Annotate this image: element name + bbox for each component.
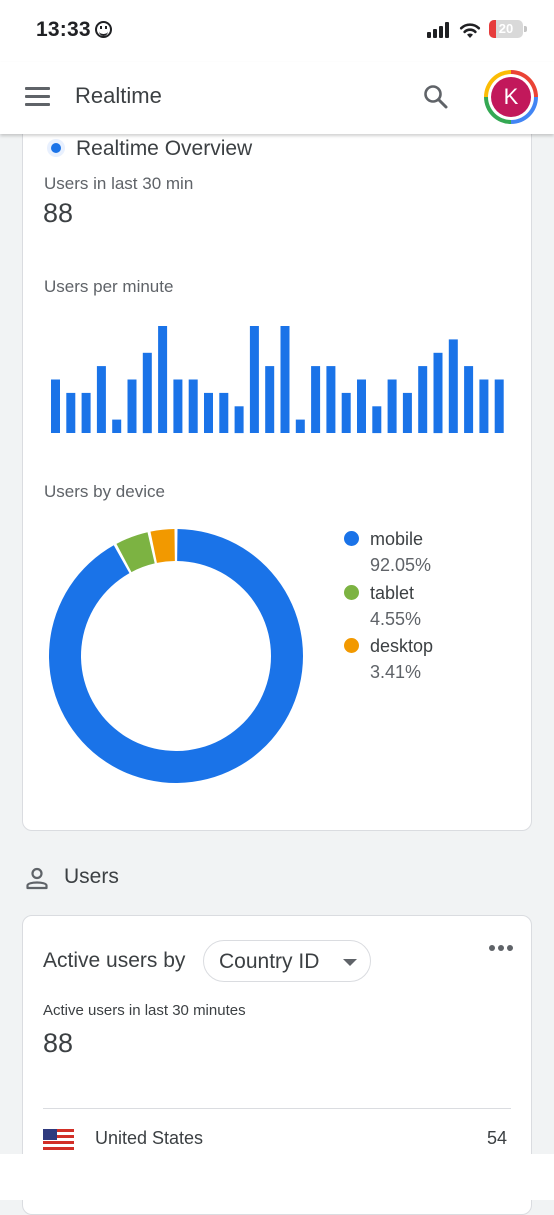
realtime-overview-card: Realtime Overview Users in last 30 min 8…	[22, 100, 532, 831]
users-by-device-label: Users by device	[44, 482, 165, 501]
legend-tablet-label: tablet	[370, 583, 415, 603]
cellular-signal-icon	[427, 22, 453, 38]
legend-desktop-swatch	[344, 638, 359, 653]
bar-minute-29	[479, 379, 489, 433]
avatar[interactable]: K	[484, 70, 538, 124]
bar-minute-14	[249, 326, 259, 433]
dimension-dropdown[interactable]: Country ID	[203, 940, 371, 982]
users-per-minute-label: Users per minute	[44, 277, 174, 296]
active-users-title: Active users by	[43, 949, 186, 972]
bar-minute-9	[173, 379, 183, 433]
users-30min-value: 88	[43, 198, 74, 228]
menu-icon[interactable]	[25, 87, 50, 107]
bar-minute-3	[81, 392, 91, 433]
legend-desktop-label: desktop	[370, 636, 434, 656]
slice-desktop	[150, 529, 175, 563]
slice-mobile	[48, 529, 303, 783]
bar-minute-8	[158, 326, 168, 433]
bar-minute-16	[280, 326, 290, 433]
users-section-title: Users	[64, 865, 119, 888]
bar-minute-17	[295, 419, 305, 433]
bottom-surface	[0, 1154, 554, 1200]
bar-minute-30	[494, 379, 504, 433]
battery-icon: 20	[489, 20, 527, 38]
active-users-subtitle: Active users in last 30 minutes	[43, 1002, 246, 1019]
bar-minute-23	[387, 379, 397, 433]
active-users-value: 88	[43, 1028, 74, 1058]
bar-minute-26	[433, 352, 443, 434]
smiley-icon	[94, 21, 112, 38]
bar-minute-1	[51, 379, 60, 433]
bar-minute-15	[265, 366, 275, 433]
legend-mobile-swatch	[344, 531, 359, 546]
battery-level: 20	[498, 21, 514, 36]
status-time: 13:33	[36, 18, 112, 42]
bar-minute-4	[96, 366, 106, 433]
legend-mobile-value: 92.05%	[370, 555, 432, 575]
bar-minute-5	[112, 419, 122, 433]
realtime-indicator-icon	[47, 139, 65, 157]
status-bar: 13:33 20	[0, 0, 554, 62]
caret-down-icon	[343, 959, 357, 966]
us-flag-icon	[43, 1129, 74, 1150]
dropdown-label: Country ID	[219, 950, 320, 973]
bar-minute-13	[234, 406, 244, 434]
bar-minute-11	[204, 392, 213, 433]
wifi-icon	[459, 23, 481, 38]
legend-mobile-label: mobile	[370, 529, 424, 549]
users-by-device-chart	[48, 529, 303, 783]
bar-minute-28	[464, 366, 474, 433]
search-icon[interactable]	[423, 84, 449, 110]
bar-minute-2	[66, 392, 76, 433]
country-name: United States	[95, 1128, 204, 1148]
legend-desktop-value: 3.41%	[370, 662, 422, 682]
bar-minute-20	[341, 392, 351, 433]
app-bar: Realtime K	[0, 62, 554, 134]
bar-minute-7	[142, 352, 152, 434]
bar-minute-18	[311, 366, 321, 433]
bar-minute-12	[219, 392, 229, 433]
bar-minute-19	[326, 366, 336, 433]
page-title: Realtime	[75, 83, 162, 108]
person-icon	[26, 867, 48, 890]
bar-minute-6	[127, 379, 137, 433]
legend-tablet-value: 4.55%	[370, 609, 422, 629]
users-30min-label: Users in last 30 min	[44, 174, 194, 193]
users-per-minute-chart	[51, 326, 504, 434]
bar-minute-25	[418, 366, 428, 433]
bar-minute-27	[448, 339, 458, 433]
avatar-letter: K	[491, 77, 531, 117]
bar-minute-21	[357, 379, 366, 433]
divider	[43, 1108, 511, 1109]
bar-minute-24	[402, 392, 412, 433]
bar-minute-10	[188, 379, 198, 433]
country-value: 54	[487, 1128, 508, 1148]
bar-minute-22	[372, 406, 382, 434]
overview-title: Realtime Overview	[76, 137, 253, 160]
legend-tablet-swatch	[344, 585, 359, 600]
more-options-icon[interactable]	[489, 945, 513, 953]
